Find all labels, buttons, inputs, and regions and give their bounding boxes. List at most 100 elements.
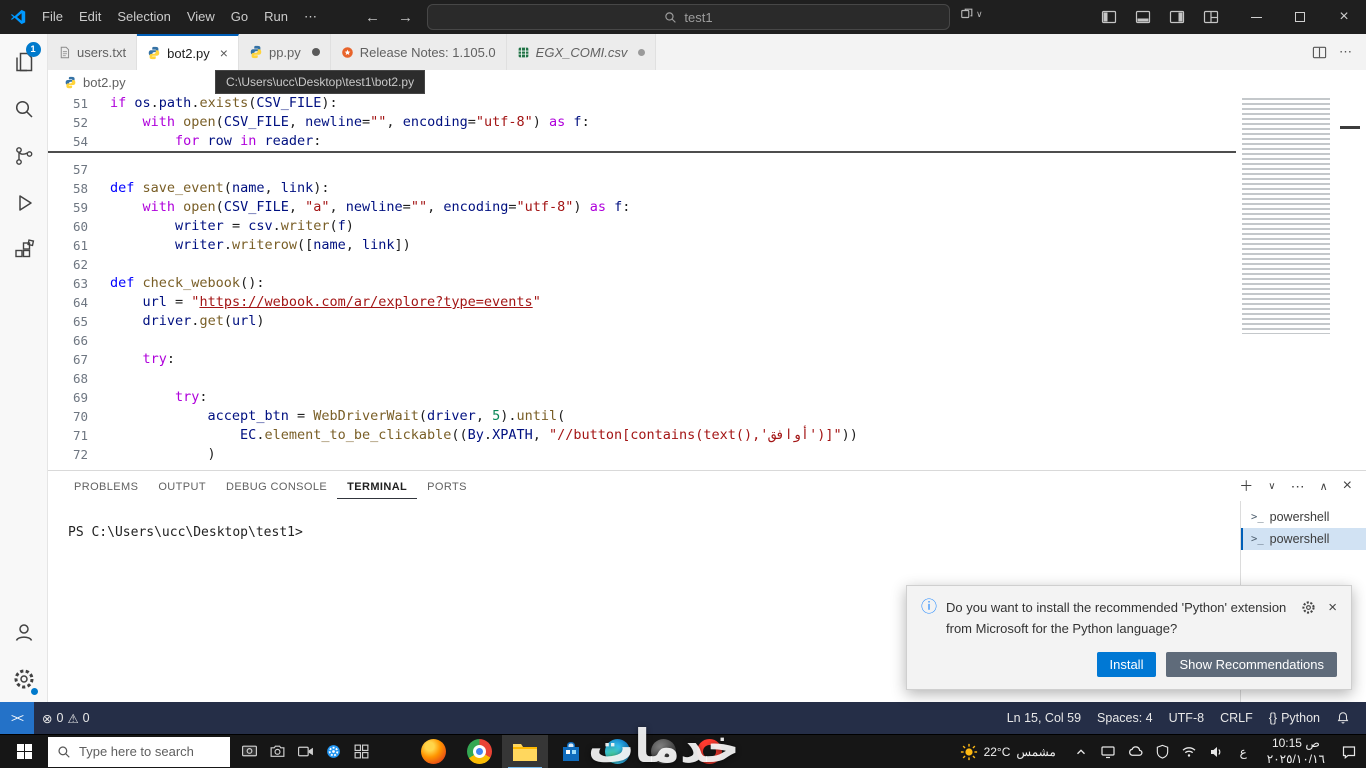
settings-gear-icon[interactable] [0, 655, 48, 702]
cursor-position[interactable]: Ln 15, Col 59 [999, 711, 1089, 725]
install-button[interactable]: Install [1096, 652, 1157, 677]
eol-status[interactable]: CRLF [1212, 711, 1261, 725]
tab-release-notes[interactable]: Release Notes: 1.105.0 [330, 34, 507, 70]
explorer-icon[interactable]: 1 [0, 38, 48, 85]
code-line[interactable]: 51 if os.path.exists(CSV_FILE): [48, 94, 1366, 113]
modified-dot-icon[interactable] [311, 48, 320, 56]
notification-settings-icon[interactable] [1301, 600, 1316, 615]
back-icon[interactable]: ← [365, 9, 380, 26]
maximize-panel-icon[interactable]: ∧ [1320, 480, 1328, 493]
code-line[interactable]: 72 ) [48, 445, 1366, 464]
taskbar-app-firefox[interactable] [410, 735, 456, 768]
split-editor-icon[interactable] [1312, 45, 1327, 60]
command-center-extra-icon[interactable]: ∨ [960, 7, 983, 21]
terminal-instance[interactable]: >_ powershell [1241, 506, 1366, 528]
security-shield-icon[interactable] [1151, 737, 1174, 767]
run-debug-icon[interactable] [0, 179, 48, 226]
tab-pp-py[interactable]: pp.py [238, 34, 331, 70]
code-line[interactable]: 60 writer = csv.writer(f) [48, 217, 1366, 236]
code-line[interactable]: 52 with open(CSV_FILE, newline="", encod… [48, 113, 1366, 132]
close-button[interactable]: × [1322, 0, 1366, 34]
volume-icon[interactable] [1205, 737, 1228, 767]
code-line[interactable]: 70 accept_btn = WebDriverWait(driver, 5)… [48, 407, 1366, 426]
new-terminal-icon[interactable]: ＋ [1239, 476, 1253, 496]
terminal-instance-selected[interactable]: >_ powershell [1241, 528, 1366, 550]
toggle-sidebar-left-icon[interactable] [1096, 4, 1122, 30]
wifi-icon[interactable] [1178, 737, 1201, 767]
notification-close-icon[interactable]: × [1328, 600, 1337, 615]
tab-output[interactable]: OUTPUT [148, 474, 216, 498]
menu-run[interactable]: Run [256, 5, 296, 29]
encoding-status[interactable]: UTF-8 [1161, 711, 1212, 725]
maximize-button[interactable] [1278, 0, 1322, 34]
display-icon[interactable] [1097, 737, 1120, 767]
code-line[interactable]: 67 try: [48, 350, 1366, 369]
tab-users-txt[interactable]: users.txt [48, 34, 138, 70]
apps-grid-icon[interactable] [350, 737, 372, 767]
language-indicator[interactable]: ع [1232, 737, 1255, 767]
tab-ports[interactable]: PORTS [417, 474, 477, 498]
video-camera-icon[interactable] [294, 737, 316, 767]
weather-widget[interactable]: 22°C مشمس [950, 743, 1066, 761]
taskbar-app-file-explorer[interactable] [502, 734, 548, 768]
minimap[interactable] [1242, 98, 1330, 334]
preview-dot-icon[interactable] [638, 48, 646, 56]
screen-record-icon[interactable] [238, 737, 260, 767]
search-view-icon[interactable] [0, 85, 48, 132]
code-line[interactable]: 58 def save_event(name, link): [48, 179, 1366, 198]
menu-file[interactable]: File [34, 5, 71, 29]
extensions-icon[interactable] [0, 226, 48, 273]
taskbar-app-chrome[interactable] [456, 735, 502, 768]
problems-status[interactable]: ⊗ 0 ⚠ 0 [34, 711, 98, 726]
onedrive-cloud-icon[interactable] [1124, 737, 1147, 767]
customize-layout-icon[interactable] [1198, 4, 1224, 30]
forward-icon[interactable]: → [398, 9, 413, 26]
notification-center-icon[interactable] [1337, 737, 1360, 767]
remote-indicator[interactable]: >< [0, 702, 34, 734]
menu-go[interactable]: Go [223, 5, 256, 29]
code-line[interactable]: 63 def check_webook(): [48, 274, 1366, 293]
toggle-sidebar-right-icon[interactable] [1164, 4, 1190, 30]
tab-debug-console[interactable]: DEBUG CONSOLE [216, 474, 337, 498]
code-line[interactable]: 57 [48, 160, 1366, 179]
menu-view[interactable]: View [179, 5, 223, 29]
tray-chevron-up-icon[interactable] [1070, 737, 1093, 767]
editor-more-actions-icon[interactable]: ⋯ [1339, 44, 1352, 60]
menu-edit[interactable]: Edit [71, 5, 109, 29]
code-line[interactable]: 68 [48, 369, 1366, 388]
code-line[interactable]: 64 url = "https://webook.com/ar/explore?… [48, 293, 1366, 312]
tool-settings-icon[interactable] [322, 737, 344, 767]
show-recommendations-button[interactable]: Show Recommendations [1166, 652, 1337, 677]
clock-widget[interactable]: 10:15 ص ٢٠٢٥/١٠/١٦ [1259, 736, 1333, 767]
tab-terminal[interactable]: TERMINAL [337, 474, 418, 499]
close-panel-icon[interactable]: × [1343, 477, 1352, 495]
code-line[interactable]: 69 try: [48, 388, 1366, 407]
code-editor[interactable]: 51 if os.path.exists(CSV_FILE): 52 with op… [48, 94, 1366, 470]
panel-more-icon[interactable]: ⋯ [1291, 478, 1305, 495]
taskbar-search[interactable]: Type here to search [48, 736, 230, 767]
source-control-icon[interactable] [0, 132, 48, 179]
command-center[interactable]: test1 [427, 4, 950, 30]
code-line[interactable]: 71 EC.element_to_be_clickable((By.XPATH,… [48, 426, 1366, 445]
language-mode[interactable]: {} Python [1261, 711, 1328, 725]
toggle-panel-icon[interactable] [1130, 4, 1156, 30]
code-line[interactable]: 66 [48, 331, 1366, 350]
code-line[interactable]: 59 with open(CSV_FILE, "a", newline="", … [48, 198, 1366, 217]
menu-more[interactable]: ⋯ [296, 5, 325, 29]
scrollbar-marker[interactable] [1340, 126, 1360, 129]
code-line[interactable]: 65 driver.get(url) [48, 312, 1366, 331]
code-line[interactable]: 62 [48, 255, 1366, 274]
tab-close-icon[interactable]: × [220, 45, 228, 61]
code-line[interactable]: 54 for row in reader: [48, 132, 1366, 151]
terminal-dropdown-icon[interactable]: ∨ [1268, 481, 1275, 492]
start-button[interactable] [0, 735, 48, 768]
tab-egx-comi-csv[interactable]: EGX_COMI.csv [506, 34, 657, 70]
account-icon[interactable] [0, 608, 48, 655]
minimize-button[interactable] [1234, 0, 1278, 34]
tab-problems[interactable]: PROBLEMS [64, 474, 148, 498]
code-line[interactable]: 61 writer.writerow([name, link]) [48, 236, 1366, 255]
tab-bot2-py[interactable]: bot2.py × [137, 34, 239, 70]
camera-icon[interactable] [266, 737, 288, 767]
notifications-bell-icon[interactable] [1328, 711, 1358, 725]
indentation-status[interactable]: Spaces: 4 [1089, 711, 1161, 725]
